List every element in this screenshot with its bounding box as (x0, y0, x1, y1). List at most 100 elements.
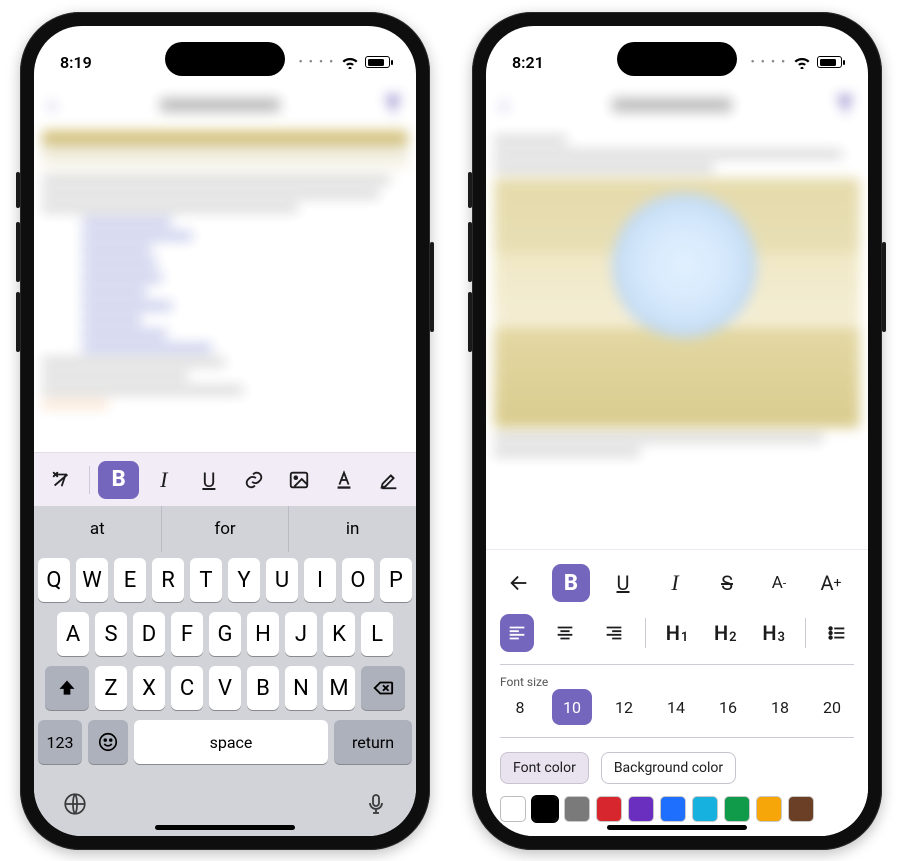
key-emoji[interactable] (88, 720, 128, 764)
key-k[interactable]: K (323, 612, 355, 656)
key-t[interactable]: T (190, 558, 222, 602)
wifi-icon (793, 55, 811, 69)
font-larger-button[interactable]: A+ (812, 564, 850, 602)
message-body-blurred: ‹ (486, 80, 868, 549)
key-c[interactable]: C (171, 666, 203, 710)
key-s[interactable]: S (95, 612, 127, 656)
screen-right: 8:21 • • • • ‹ (486, 26, 868, 836)
key-n[interactable]: N (285, 666, 317, 710)
swatch-green[interactable] (724, 796, 750, 822)
swatch-brown[interactable] (788, 796, 814, 822)
swatch-purple[interactable] (628, 796, 654, 822)
globe-icon[interactable] (62, 791, 88, 821)
key-a[interactable]: A (57, 612, 89, 656)
text-color-button[interactable] (324, 461, 365, 499)
font-size-10[interactable]: 10 (552, 689, 592, 725)
link-button[interactable] (234, 461, 275, 499)
format-panel: B U I S A- A+ (486, 549, 868, 836)
font-size-label: Font size (500, 664, 854, 689)
key-y[interactable]: Y (228, 558, 260, 602)
key-x[interactable]: X (133, 666, 165, 710)
key-l[interactable]: L (361, 612, 393, 656)
highlight-button[interactable] (369, 461, 410, 499)
keyboard-suggestions: at for in (34, 506, 416, 552)
key-j[interactable]: J (285, 612, 317, 656)
key-d[interactable]: D (133, 612, 165, 656)
suggestion-1[interactable]: at (34, 506, 162, 552)
key-w[interactable]: W (76, 558, 108, 602)
key-q[interactable]: Q (38, 558, 70, 602)
color-segment: Font color Background color (500, 737, 854, 784)
key-123[interactable]: 123 (38, 720, 82, 764)
swatch-cyan[interactable] (692, 796, 718, 822)
phone-left: 8:19 • • • • ‹ (20, 12, 430, 850)
key-u[interactable]: U (266, 558, 298, 602)
key-shift[interactable] (45, 666, 89, 710)
align-center-button[interactable] (548, 614, 582, 652)
font-size-16[interactable]: 16 (708, 689, 748, 725)
align-right-button[interactable] (597, 614, 631, 652)
clock: 8:21 (512, 53, 544, 72)
heading2-button[interactable]: H2 (708, 614, 742, 652)
strikethrough-button[interactable]: S (708, 564, 746, 602)
swatch-white[interactable] (500, 796, 526, 822)
format-toolbar: B I U (34, 452, 416, 506)
key-return[interactable]: return (334, 720, 412, 764)
key-v[interactable]: V (209, 666, 241, 710)
home-indicator[interactable] (607, 825, 747, 830)
heading3-button[interactable]: H3 (756, 614, 790, 652)
home-indicator[interactable] (155, 825, 295, 830)
font-size-12[interactable]: 12 (604, 689, 644, 725)
key-m[interactable]: M (323, 666, 355, 710)
font-size-14[interactable]: 14 (656, 689, 696, 725)
key-h[interactable]: H (247, 612, 279, 656)
dynamic-island (617, 42, 737, 76)
italic-button[interactable]: I (143, 461, 184, 499)
clear-format-button[interactable] (40, 461, 81, 499)
wifi-icon (341, 55, 359, 69)
underline-button[interactable]: U (604, 564, 642, 602)
key-z[interactable]: Z (95, 666, 127, 710)
background-color-tab[interactable]: Background color (601, 752, 736, 784)
italic-button[interactable]: I (656, 564, 694, 602)
font-size-20[interactable]: 20 (812, 689, 852, 725)
align-left-button[interactable] (500, 614, 534, 652)
mic-icon[interactable] (364, 792, 388, 820)
suggestion-3[interactable]: in (289, 506, 416, 552)
cellular-icon: • • • • (299, 57, 335, 68)
message-body-blurred: ‹ (34, 80, 416, 452)
swatch-red[interactable] (596, 796, 622, 822)
clock: 8:19 (60, 53, 92, 72)
font-color-tab[interactable]: Font color (500, 752, 589, 784)
bold-button[interactable]: B (98, 461, 139, 499)
key-o[interactable]: O (342, 558, 374, 602)
suggestion-2[interactable]: for (162, 506, 290, 552)
key-delete[interactable] (361, 666, 405, 710)
key-space[interactable]: space (134, 720, 328, 764)
swatch-orange[interactable] (756, 796, 782, 822)
font-smaller-button[interactable]: A- (760, 564, 798, 602)
underline-button[interactable]: U (188, 461, 229, 499)
keyboard[interactable]: Q W E R T Y U I O P A S D (34, 552, 416, 782)
key-p[interactable]: P (380, 558, 412, 602)
swatch-blue[interactable] (660, 796, 686, 822)
key-e[interactable]: E (114, 558, 146, 602)
swatch-gray[interactable] (564, 796, 590, 822)
font-size-8[interactable]: 8 (500, 689, 540, 725)
key-g[interactable]: G (209, 612, 241, 656)
panel-back-button[interactable] (500, 564, 538, 602)
screen-left: 8:19 • • • • ‹ (34, 26, 416, 836)
key-f[interactable]: F (171, 612, 203, 656)
bold-button[interactable]: B (552, 564, 590, 602)
key-r[interactable]: R (152, 558, 184, 602)
key-b[interactable]: B (247, 666, 279, 710)
image-button[interactable] (279, 461, 320, 499)
phone-right: 8:21 • • • • ‹ (472, 12, 882, 850)
dynamic-island (165, 42, 285, 76)
key-i[interactable]: I (304, 558, 336, 602)
battery-icon (365, 56, 390, 68)
font-size-18[interactable]: 18 (760, 689, 800, 725)
bulleted-list-button[interactable] (820, 614, 854, 652)
heading1-button[interactable]: H1 (660, 614, 694, 652)
swatch-black[interactable] (532, 796, 558, 822)
